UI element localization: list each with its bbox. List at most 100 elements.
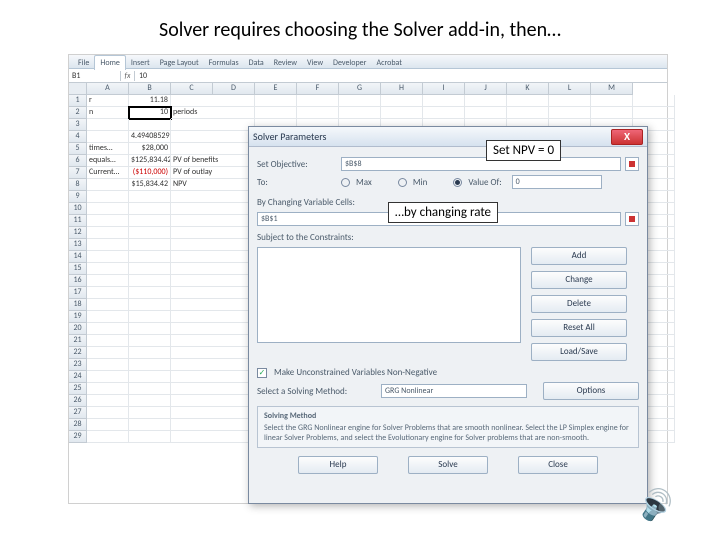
nonneg-checkbox[interactable]: ✓ — [257, 368, 267, 378]
col-header-A[interactable]: A — [87, 83, 129, 95]
cell-B9[interactable] — [129, 191, 171, 203]
radio-value-of[interactable] — [453, 178, 462, 187]
row-header-17[interactable]: 17 — [69, 287, 87, 299]
changing-range-picker-icon[interactable] — [625, 212, 639, 226]
cell-A23[interactable] — [87, 359, 129, 371]
cell-H1[interactable] — [423, 95, 465, 107]
name-box[interactable]: B1 — [69, 71, 121, 81]
cell-C12[interactable] — [171, 227, 255, 239]
ribbon-tab-developer[interactable]: Developer — [328, 56, 371, 70]
cell-A21[interactable] — [87, 335, 129, 347]
row-header-28[interactable]: 28 — [69, 419, 87, 431]
row-header-19[interactable]: 19 — [69, 311, 87, 323]
cell-B7[interactable]: ($110,000) — [129, 167, 171, 179]
row-header-24[interactable]: 24 — [69, 371, 87, 383]
row-header-4[interactable]: 4 — [69, 131, 87, 143]
cell-B3[interactable] — [129, 119, 171, 131]
cell-B16[interactable] — [129, 275, 171, 287]
cell-C29[interactable] — [171, 431, 255, 443]
cell-C8[interactable]: NPV — [171, 179, 255, 191]
row-header-5[interactable]: 5 — [69, 143, 87, 155]
cell-C18[interactable] — [171, 299, 255, 311]
cell-B27[interactable] — [129, 407, 171, 419]
col-header-B[interactable]: B — [129, 83, 171, 95]
cell-E1[interactable] — [297, 95, 339, 107]
cell-C2[interactable]: periods — [171, 107, 255, 119]
row-header-18[interactable]: 18 — [69, 299, 87, 311]
cell-A1[interactable]: r — [87, 95, 129, 107]
col-header-C[interactable]: C — [171, 83, 213, 95]
value-of-input[interactable]: 0 — [512, 175, 602, 189]
cell-B25[interactable] — [129, 383, 171, 395]
delete-button[interactable]: Delete — [531, 295, 627, 313]
cell-A22[interactable] — [87, 347, 129, 359]
cell-C7[interactable]: PV of outlay — [171, 167, 255, 179]
cell-B8[interactable]: $15,834.42 — [129, 179, 171, 191]
cell-A11[interactable] — [87, 215, 129, 227]
cell-A7[interactable]: Current… — [87, 167, 129, 179]
cell-C16[interactable] — [171, 275, 255, 287]
row-header-14[interactable]: 14 — [69, 251, 87, 263]
cell-A3[interactable] — [87, 119, 129, 131]
row-header-2[interactable]: 2 — [69, 107, 87, 119]
ribbon-tab-home[interactable]: Home — [94, 55, 126, 70]
row-header-3[interactable]: 3 — [69, 119, 87, 131]
load-save-button[interactable]: Load/Save — [531, 343, 627, 361]
help-button[interactable]: Help — [298, 456, 378, 474]
cell-K1[interactable] — [549, 95, 591, 107]
cell-A13[interactable] — [87, 239, 129, 251]
cell-D2[interactable] — [255, 107, 297, 119]
ribbon-tab-acrobat[interactable]: Acrobat — [371, 56, 407, 70]
cell-C3[interactable] — [171, 119, 255, 131]
cell-A9[interactable] — [87, 191, 129, 203]
objective-cell-input[interactable]: $B$8 — [341, 157, 621, 171]
ribbon-tab-file[interactable]: File — [73, 56, 94, 70]
cell-A5[interactable]: times… — [87, 143, 129, 155]
row-header-29[interactable]: 29 — [69, 431, 87, 443]
close-icon[interactable]: X — [611, 129, 643, 145]
cell-J1[interactable] — [507, 95, 549, 107]
col-header-E[interactable]: E — [255, 83, 297, 95]
cell-A8[interactable] — [87, 179, 129, 191]
cell-B12[interactable] — [129, 227, 171, 239]
cell-C1[interactable] — [171, 95, 255, 107]
cell-B17[interactable] — [129, 287, 171, 299]
cell-C26[interactable] — [171, 395, 255, 407]
row-header-27[interactable]: 27 — [69, 407, 87, 419]
cell-B19[interactable] — [129, 311, 171, 323]
cell-K2[interactable] — [549, 107, 591, 119]
cell-A17[interactable] — [87, 287, 129, 299]
row-header-22[interactable]: 22 — [69, 347, 87, 359]
cell-B13[interactable] — [129, 239, 171, 251]
cell-M2[interactable] — [633, 107, 675, 119]
row-header-13[interactable]: 13 — [69, 239, 87, 251]
cell-A24[interactable] — [87, 371, 129, 383]
cell-A4[interactable] — [87, 131, 129, 143]
cell-B23[interactable] — [129, 359, 171, 371]
radio-min[interactable] — [398, 178, 407, 187]
cell-C25[interactable] — [171, 383, 255, 395]
cell-I2[interactable] — [465, 107, 507, 119]
select-all-corner[interactable] — [69, 83, 87, 95]
cell-F1[interactable] — [339, 95, 381, 107]
cell-C22[interactable] — [171, 347, 255, 359]
cell-A25[interactable] — [87, 383, 129, 395]
cell-C5[interactable] — [171, 143, 255, 155]
cell-A29[interactable] — [87, 431, 129, 443]
cell-B14[interactable] — [129, 251, 171, 263]
cell-C21[interactable] — [171, 335, 255, 347]
cell-A6[interactable]: equals… — [87, 155, 129, 167]
options-button[interactable]: Options — [543, 382, 639, 400]
row-header-15[interactable]: 15 — [69, 263, 87, 275]
col-header-H[interactable]: H — [381, 83, 423, 95]
reset-all-button[interactable]: Reset All — [531, 319, 627, 337]
cell-B5[interactable]: $28,000 — [129, 143, 171, 155]
cell-A2[interactable]: n — [87, 107, 129, 119]
constraints-listbox[interactable] — [257, 247, 521, 343]
ribbon-tab-insert[interactable]: Insert — [126, 56, 155, 70]
method-select[interactable]: GRG Nonlinear — [381, 384, 527, 398]
cell-A19[interactable] — [87, 311, 129, 323]
col-header-K[interactable]: K — [507, 83, 549, 95]
row-header-23[interactable]: 23 — [69, 359, 87, 371]
cell-C20[interactable] — [171, 323, 255, 335]
